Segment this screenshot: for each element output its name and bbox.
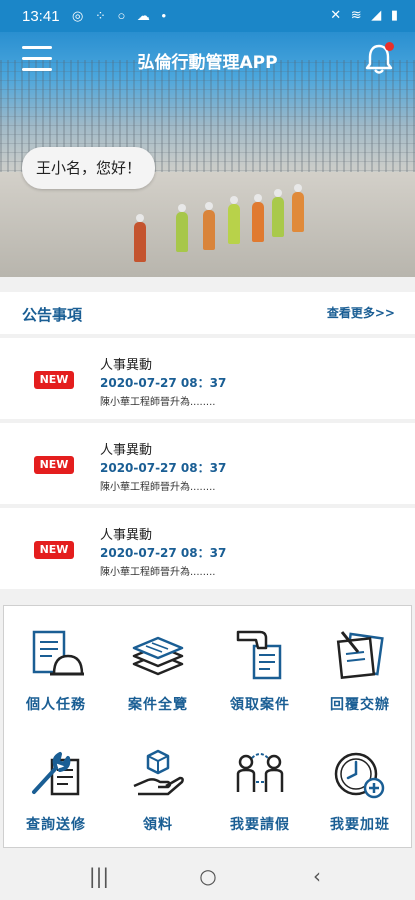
app-title: 弘倫行動管理APP xyxy=(137,53,278,73)
announcement-item[interactable]: NEW 人事異動 2020-07-27 08：37 陳小華工程師晉升為.....… xyxy=(0,423,415,504)
status-notification-icons: ◎ ⁘ ○ ☁ • xyxy=(72,8,171,23)
claim-case-button[interactable]: 領取案件 xyxy=(210,610,310,720)
announcement-date: 2020-07-27 08：37 xyxy=(100,461,227,475)
function-grid: 個人任務 案件全覽 領取案件 回覆交辦 查詢送修 領料 我要請假 我要加班 xyxy=(3,605,412,848)
worker-figure xyxy=(203,202,215,250)
worker-figure xyxy=(252,194,264,242)
tile-label: 案件全覽 xyxy=(128,697,188,713)
tile-label: 個人任務 xyxy=(26,697,86,713)
worker-figure xyxy=(134,214,146,262)
announcement-item[interactable]: NEW 人事異動 2020-07-27 08：37 陳小華工程師晉升為.....… xyxy=(0,508,415,589)
clock-plus-icon xyxy=(334,752,385,799)
wrench-document-icon xyxy=(32,752,80,796)
repair-query-button[interactable]: 查詢送修 xyxy=(6,730,106,840)
reply-assignment-button[interactable]: 回覆交辦 xyxy=(310,610,410,720)
status-time: 13:41 xyxy=(22,8,60,25)
tile-label: 回覆交辦 xyxy=(330,697,390,713)
overtime-request-button[interactable]: 我要加班 xyxy=(310,730,410,840)
greeting-bubble: 王小名，您好！ xyxy=(22,147,156,189)
announcement-subject: 人事異動 xyxy=(100,358,153,373)
tile-label: 我要加班 xyxy=(330,817,390,833)
document-hardhat-icon xyxy=(32,630,84,676)
worker-figure xyxy=(228,196,240,244)
stacked-documents-icon xyxy=(132,636,184,676)
recent-apps-button[interactable]: ||| xyxy=(84,864,114,888)
people-swap-icon xyxy=(236,753,284,792)
tile-label: 領料 xyxy=(143,817,173,833)
tile-label: 我要請假 xyxy=(230,817,290,833)
top-app-bar: 弘倫行動管理APP xyxy=(0,32,415,88)
announcements-header: 公告事項 查看更多>> xyxy=(0,292,415,334)
hand-box-icon xyxy=(133,749,184,796)
new-badge: NEW xyxy=(34,541,74,559)
bell-icon[interactable] xyxy=(363,42,395,76)
tile-label: 領取案件 xyxy=(230,697,290,713)
system-nav-bar: ||| ○ ‹ xyxy=(0,852,415,900)
announcement-date: 2020-07-27 08：37 xyxy=(100,376,227,390)
announcement-desc: 陳小華工程師晉升為........ xyxy=(100,397,216,408)
announcement-subject: 人事異動 xyxy=(100,528,153,543)
new-badge: NEW xyxy=(34,371,74,389)
material-pickup-button[interactable]: 領料 xyxy=(108,730,208,840)
personal-task-button[interactable]: 個人任務 xyxy=(6,610,106,720)
status-system-icons: ✕ ≋ ◢ ▮ xyxy=(330,7,401,22)
worker-figure xyxy=(176,204,188,252)
worker-figure xyxy=(272,189,284,237)
home-button[interactable]: ○ xyxy=(193,864,223,888)
announcement-item[interactable]: NEW 人事異動 2020-07-27 08：37 陳小華工程師晉升為.....… xyxy=(0,338,415,419)
status-bar: 13:41 ◎ ⁘ ○ ☁ • ✕ ≋ ◢ ▮ xyxy=(0,0,415,32)
tile-label: 查詢送修 xyxy=(26,817,86,833)
announcement-date: 2020-07-27 08：37 xyxy=(100,546,227,560)
worker-figure xyxy=(292,184,304,232)
hand-document-icon xyxy=(236,630,282,680)
announcements-title: 公告事項 xyxy=(22,306,83,324)
notification-dot xyxy=(385,42,394,51)
announcement-desc: 陳小華工程師晉升為........ xyxy=(100,482,216,493)
announcement-subject: 人事異動 xyxy=(100,443,153,458)
new-badge: NEW xyxy=(34,456,74,474)
document-pen-icon xyxy=(336,631,384,679)
case-overview-button[interactable]: 案件全覽 xyxy=(108,610,208,720)
view-more-link[interactable]: 查看更多>> xyxy=(327,304,395,321)
back-button[interactable]: ‹ xyxy=(302,864,332,888)
leave-request-button[interactable]: 我要請假 xyxy=(210,730,310,840)
announcement-desc: 陳小華工程師晉升為........ xyxy=(100,567,216,578)
